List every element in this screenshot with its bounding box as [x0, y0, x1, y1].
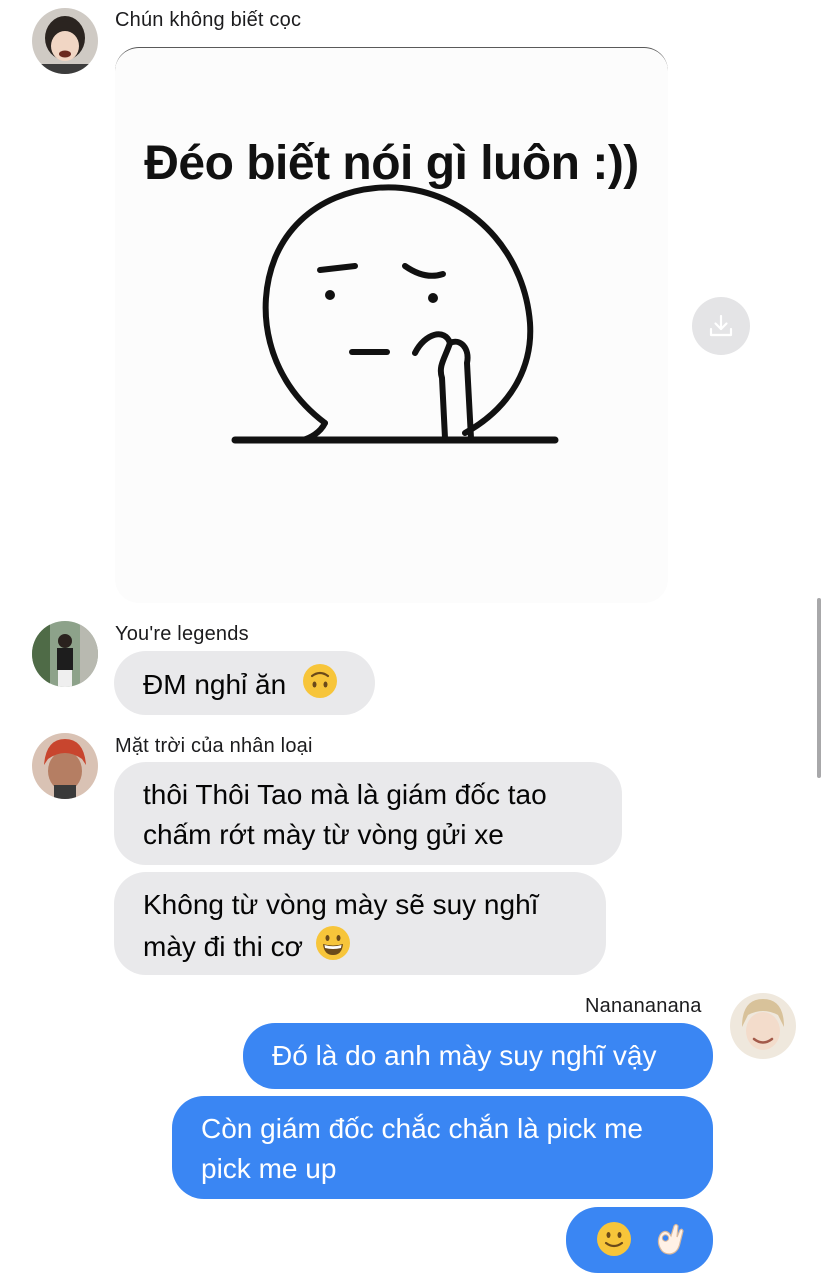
grinning-face-emoji	[315, 925, 351, 972]
person-avatar-icon	[32, 8, 98, 74]
message-bubble-outgoing[interactable]: Đó là do anh mày suy nghĩ vậy	[243, 1023, 713, 1089]
message-line: pick me up	[201, 1153, 337, 1184]
avatar-chun[interactable]	[32, 8, 98, 74]
message-bubble[interactable]: ĐM nghỉ ăn	[114, 651, 375, 715]
message-line: Không từ vòng mày sẽ suy nghĩ	[143, 889, 539, 920]
sender-name: Mặt trời của nhân loại	[115, 735, 313, 757]
sender-name: You're legends	[115, 623, 249, 645]
upside-down-face-emoji	[302, 663, 338, 710]
meme-image[interactable]: Đéo biết nói gì luôn :))	[115, 47, 668, 603]
message-text: Đó là do anh mày suy nghĩ vậy	[272, 1040, 657, 1071]
message-bubble[interactable]: thôi Thôi Tao mà là giám đốc tao chấm rớ…	[114, 762, 622, 865]
message-line: thôi Thôi Tao mà là giám đốc tao	[143, 779, 547, 810]
person-avatar-icon	[32, 733, 98, 799]
message-line: Còn giám đốc chắc chắn là pick me	[201, 1113, 643, 1144]
sender-name: Chún không biết cọc	[115, 9, 302, 31]
scrollbar[interactable]	[817, 598, 821, 778]
avatar-nanananana[interactable]	[730, 993, 796, 1059]
person-avatar-icon	[730, 993, 796, 1059]
avatar-legends[interactable]	[32, 621, 98, 687]
message-bubble[interactable]: Không từ vòng mày sẽ suy nghĩ mày đi thi…	[114, 872, 606, 975]
message-line: chấm rớt mày từ vòng gửi xe	[143, 819, 504, 850]
ok-hand-emoji	[652, 1221, 688, 1268]
thinking-face-drawing	[231, 184, 559, 444]
avatar-mat-troi[interactable]	[32, 733, 98, 799]
message-bubble-outgoing[interactable]: Còn giám đốc chắc chắn là pick me pick m…	[172, 1096, 713, 1199]
message-line: mày đi thi cơ	[143, 930, 303, 962]
download-icon	[709, 314, 733, 337]
person-avatar-icon	[32, 621, 98, 687]
slightly-smiling-face-emoji	[596, 1221, 632, 1268]
message-text: ĐM nghỉ ăn	[143, 668, 287, 700]
download-button[interactable]	[692, 297, 750, 355]
sender-name: Nanananana	[585, 995, 702, 1017]
message-bubble-outgoing[interactable]	[566, 1207, 713, 1273]
